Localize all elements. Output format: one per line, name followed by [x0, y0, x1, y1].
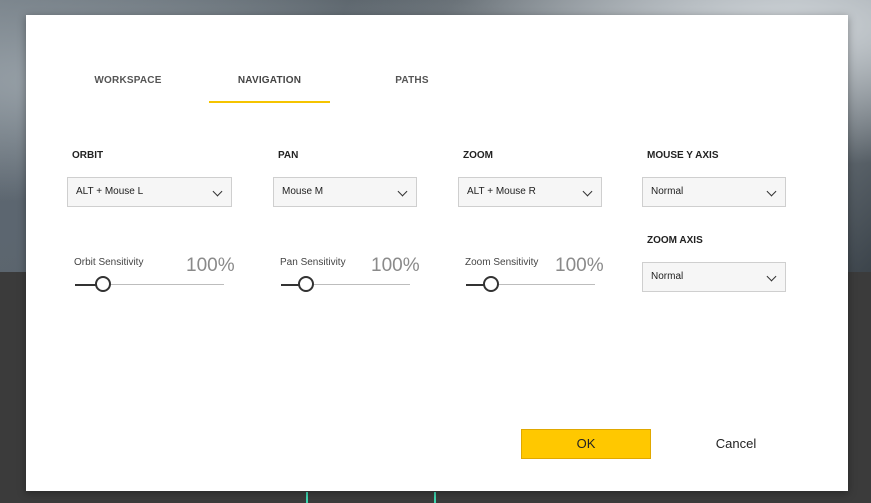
chevron-down-icon	[766, 271, 777, 282]
orbit-select-value: ALT + Mouse L	[76, 186, 144, 197]
pan-label: PAN	[278, 150, 299, 161]
mouse-y-axis-select[interactable]: Normal	[642, 177, 786, 207]
settings-dialog: WORKSPACE NAVIGATION PATHS ORBIT ALT + M…	[26, 15, 848, 491]
pan-select-value: Mouse M	[282, 186, 324, 197]
zoom-sensitivity-value: 100%	[555, 255, 604, 276]
cancel-button[interactable]: Cancel	[686, 429, 786, 459]
mouse-y-axis-select-value: Normal	[651, 186, 684, 197]
pan-select[interactable]: Mouse M	[273, 177, 417, 207]
chevron-down-icon	[397, 186, 408, 197]
zoom-select-value: ALT + Mouse R	[467, 186, 536, 197]
ok-button[interactable]: OK	[521, 429, 651, 459]
slider-thumb[interactable]	[95, 276, 111, 292]
tab-workspace[interactable]: WORKSPACE	[76, 65, 180, 101]
pan-sensitivity-label: Pan Sensitivity	[280, 257, 346, 268]
tab-paths[interactable]: PATHS	[366, 65, 458, 101]
chevron-down-icon	[582, 186, 593, 197]
slider-thumb[interactable]	[298, 276, 314, 292]
orbit-sensitivity-label: Orbit Sensitivity	[74, 257, 144, 268]
zoom-sensitivity-label: Zoom Sensitivity	[465, 257, 539, 268]
zoom-axis-select-value: Normal	[651, 271, 684, 282]
background-marker-line	[306, 492, 308, 503]
zoom-axis-select[interactable]: Normal	[642, 262, 786, 292]
zoom-select[interactable]: ALT + Mouse R	[458, 177, 602, 207]
orbit-sensitivity-value: 100%	[186, 255, 235, 276]
orbit-select[interactable]: ALT + Mouse L	[67, 177, 232, 207]
background-marker-line	[434, 492, 436, 503]
slider-thumb[interactable]	[483, 276, 499, 292]
mouse-y-axis-label: MOUSE Y AXIS	[647, 150, 719, 161]
pan-sensitivity-value: 100%	[371, 255, 420, 276]
tab-navigation[interactable]: NAVIGATION	[209, 65, 330, 103]
zoom-axis-label: ZOOM AXIS	[647, 235, 703, 246]
zoom-label: ZOOM	[463, 150, 493, 161]
chevron-down-icon	[212, 186, 223, 197]
chevron-down-icon	[766, 186, 777, 197]
orbit-label: ORBIT	[72, 150, 104, 161]
